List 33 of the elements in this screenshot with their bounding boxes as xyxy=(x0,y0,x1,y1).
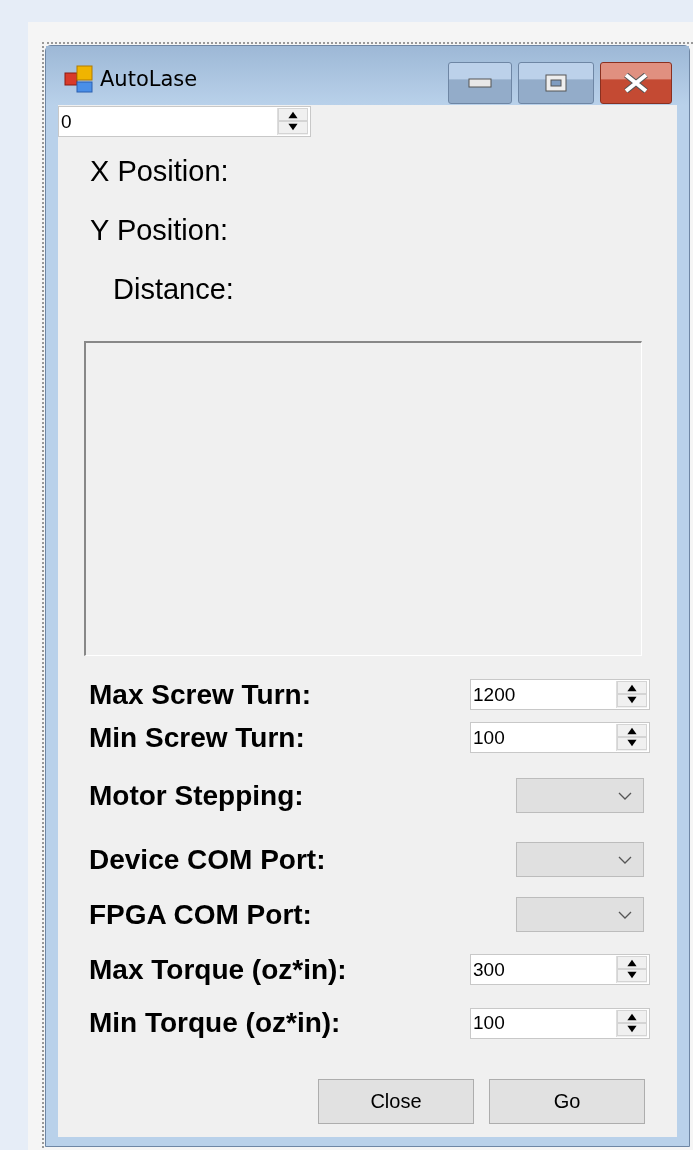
maximize-icon xyxy=(545,73,567,92)
chevron-down-icon xyxy=(617,790,633,801)
position-label: X Position: xyxy=(90,154,230,189)
window-title: AutoLase xyxy=(100,66,198,91)
number-spinner[interactable]: 0 xyxy=(58,106,311,137)
close-button[interactable] xyxy=(600,61,672,104)
app-icon xyxy=(64,64,94,93)
chevron-down-icon xyxy=(617,854,633,865)
spin-arrows-icon[interactable] xyxy=(616,956,647,983)
position-label: Distance: xyxy=(112,272,235,307)
setting-label: Max Torque (oz*in): xyxy=(89,953,347,986)
setting-label: FPGA COM Port: xyxy=(89,898,312,931)
setting-label: Max Screw Turn: xyxy=(89,678,311,711)
dialog-button[interactable]: Close xyxy=(318,1079,474,1124)
dialog-button[interactable]: Go xyxy=(489,1079,645,1124)
number-spinner[interactable]: 100 xyxy=(470,1007,650,1039)
minimize-button[interactable] xyxy=(448,61,512,104)
spin-arrows-icon[interactable] xyxy=(277,108,308,135)
minimize-icon xyxy=(468,77,492,88)
position-label: Y Position: xyxy=(90,213,230,248)
setting-label: Min Screw Turn: xyxy=(89,721,305,754)
spin-arrows-icon[interactable] xyxy=(616,1009,647,1037)
maximize-button[interactable] xyxy=(518,61,594,104)
close-icon xyxy=(622,72,650,93)
setting-label: Device COM Port: xyxy=(89,843,326,876)
number-spinner[interactable]: 1200 xyxy=(470,679,650,710)
spin-arrows-icon[interactable] xyxy=(616,724,647,751)
spin-arrows-icon[interactable] xyxy=(616,681,647,708)
setting-label: Min Torque (oz*in): xyxy=(89,1007,341,1039)
setting-label: Motor Stepping: xyxy=(89,779,304,812)
number-spinner[interactable]: 100 xyxy=(470,722,650,753)
number-spinner[interactable]: 300 xyxy=(470,954,650,985)
chevron-down-icon xyxy=(617,909,633,920)
